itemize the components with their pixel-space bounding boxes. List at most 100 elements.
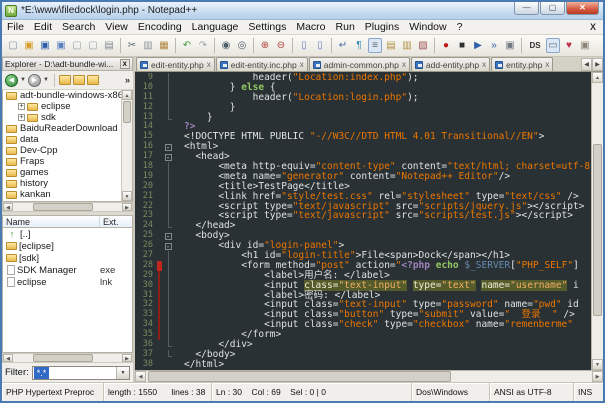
editor-vertical-scrollbar[interactable]: ▲ ▼: [591, 72, 603, 370]
forward-menu-icon[interactable]: ▼: [41, 77, 51, 83]
scrollbar-track[interactable]: [13, 354, 122, 362]
expand-plus-icon[interactable]: +: [18, 114, 25, 121]
copy-icon[interactable]: ▥: [141, 38, 155, 53]
scrollbar-thumb[interactable]: [148, 371, 451, 382]
menu-item-language[interactable]: Language: [187, 20, 244, 35]
tab-entity-php[interactable]: entity.phpx: [491, 57, 553, 71]
scroll-right-icon[interactable]: ▶: [122, 203, 132, 211]
macro-record-icon[interactable]: ●: [439, 38, 453, 53]
status-insert-mode[interactable]: INS: [574, 383, 603, 401]
column-ext[interactable]: Ext.: [100, 216, 132, 227]
macro-save-icon[interactable]: ▣: [503, 38, 517, 53]
menu-item-run[interactable]: Run: [331, 20, 360, 35]
tab-close-icon[interactable]: x: [545, 61, 549, 69]
new-folder-icon[interactable]: [59, 75, 71, 85]
tree-item[interactable]: +sdk: [3, 112, 132, 123]
menu-item-help[interactable]: ?: [452, 20, 468, 35]
menu-item-edit[interactable]: Edit: [29, 20, 57, 35]
tab-add-entity-php[interactable]: add-entity.phpx: [411, 57, 490, 71]
status-cursor-position[interactable]: Ln : 30 Col : 69 Sel : 0 | 0: [212, 383, 412, 401]
folder-up-icon[interactable]: [87, 75, 99, 85]
column-name[interactable]: Name: [3, 216, 100, 227]
goto-folder-icon[interactable]: [73, 75, 85, 85]
find-icon[interactable]: ◉: [219, 38, 233, 53]
scroll-up-icon[interactable]: ▲: [592, 72, 603, 83]
save-all-icon[interactable]: ▣: [54, 38, 68, 53]
scroll-up-icon[interactable]: ▲: [122, 90, 132, 100]
tree-item[interactable]: Fraps: [3, 156, 132, 167]
plugin-explorer-icon[interactable]: ▣: [578, 38, 592, 53]
back-button[interactable]: ◀: [5, 74, 18, 87]
document-map-icon[interactable]: ▥: [400, 38, 414, 53]
fold-margin[interactable]: -: [162, 152, 174, 162]
tab-scroll-right-icon[interactable]: ▶: [592, 58, 603, 71]
tab-close-icon[interactable]: x: [482, 61, 486, 69]
file-item[interactable]: [eclipse]: [3, 240, 132, 252]
function-list-icon[interactable]: ▤: [384, 38, 398, 53]
fold-collapse-icon[interactable]: -: [165, 154, 172, 161]
zoom-in-icon[interactable]: ⊕: [258, 38, 272, 53]
tree-item[interactable]: adt-bundle-windows-x86_64-201: [3, 90, 132, 101]
expand-plus-icon[interactable]: +: [18, 103, 25, 110]
toolbar-overflow-icon[interactable]: »: [125, 75, 130, 85]
scrollbar-thumb[interactable]: [593, 144, 602, 317]
tree-item[interactable]: Dev-Cpp: [3, 145, 132, 156]
cut-icon[interactable]: ✂: [125, 38, 139, 53]
file-item[interactable]: ↑[..]: [3, 228, 132, 240]
tab-edit-entity-inc-php[interactable]: edit-entity.inc.phpx: [216, 57, 308, 71]
tree-item[interactable]: games: [3, 167, 132, 178]
menu-item-file[interactable]: File: [2, 20, 29, 35]
scrollbar-thumb[interactable]: [33, 354, 93, 362]
menu-item-window[interactable]: Window: [404, 20, 451, 35]
tab-close-icon[interactable]: x: [300, 61, 304, 69]
menu-item-encoding[interactable]: Encoding: [133, 20, 187, 35]
scroll-left-icon[interactable]: ◀: [3, 354, 13, 362]
list-horizontal-scrollbar[interactable]: ◀ ▶: [2, 353, 133, 363]
document-close-icon[interactable]: X: [583, 22, 603, 32]
undo-icon[interactable]: ↶: [180, 38, 194, 53]
word-wrap-icon[interactable]: ↵: [336, 38, 350, 53]
code-line[interactable]: 38</html>: [135, 360, 591, 370]
fold-collapse-icon[interactable]: -: [165, 144, 172, 151]
tree-horizontal-scrollbar[interactable]: ◀ ▶: [2, 202, 133, 212]
fold-margin[interactable]: -: [162, 142, 174, 152]
redo-icon[interactable]: ↷: [196, 38, 210, 53]
scroll-down-icon[interactable]: ▼: [122, 191, 132, 201]
macro-play-icon[interactable]: ▶: [471, 38, 485, 53]
sync-vertical-icon[interactable]: ▯: [297, 38, 311, 53]
macro-stop-icon[interactable]: ■: [455, 38, 469, 53]
code-editor[interactable]: 9 header("Location:index.php");10 } else…: [135, 72, 603, 370]
file-item[interactable]: [sdk]: [3, 252, 132, 264]
save-file-icon[interactable]: ▣: [38, 38, 52, 53]
scrollbar-track[interactable]: [146, 371, 592, 382]
fold-margin[interactable]: -: [162, 231, 174, 241]
status-eol-format[interactable]: Dos\Windows: [412, 383, 490, 401]
tree-vertical-scrollbar[interactable]: ▲ ▼: [121, 90, 132, 201]
close-file-icon[interactable]: ▢: [70, 38, 84, 53]
explorer-caption-bar[interactable]: Explorer - D:\adt-bundle-wi... x: [2, 57, 133, 71]
show-all-characters-icon[interactable]: ¶: [352, 38, 366, 53]
menu-item-view[interactable]: View: [100, 20, 133, 35]
plugin-ds-icon[interactable]: DS: [526, 38, 544, 53]
tab-close-icon[interactable]: x: [207, 61, 211, 69]
filter-combobox[interactable]: *.* ▼: [32, 366, 130, 380]
title-bar[interactable]: N *E:\www\filedock\login.php - Notepad++…: [2, 2, 603, 20]
tab-admin-common-php[interactable]: admin-common.phpx: [309, 57, 410, 71]
zoom-out-icon[interactable]: ⊖: [274, 38, 288, 53]
scrollbar-track[interactable]: [13, 203, 122, 211]
editor-horizontal-scrollbar[interactable]: ◀ ▶: [135, 370, 603, 382]
file-item[interactable]: SDK Managerexe: [3, 264, 132, 276]
file-list[interactable]: ↑[..][eclipse][sdk]SDK Managerexeeclipse…: [2, 228, 133, 353]
replace-icon[interactable]: ◎: [235, 38, 249, 53]
tree-item[interactable]: history: [3, 178, 132, 189]
code-line[interactable]: 13 }: [135, 113, 591, 123]
plugin-mime-heart-icon[interactable]: ♥: [562, 38, 576, 53]
print-icon[interactable]: ▤: [102, 38, 116, 53]
paste-icon[interactable]: ▦: [157, 38, 171, 53]
fold-collapse-icon[interactable]: -: [165, 243, 172, 250]
folder-tree[interactable]: adt-bundle-windows-x86_64-201+eclipse+sd…: [2, 90, 133, 202]
macro-run-multiple-icon[interactable]: »: [487, 38, 501, 53]
scroll-down-icon[interactable]: ▼: [592, 359, 603, 370]
tab-scroll-left-icon[interactable]: ◀: [581, 58, 592, 71]
fold-margin[interactable]: -: [162, 241, 174, 251]
